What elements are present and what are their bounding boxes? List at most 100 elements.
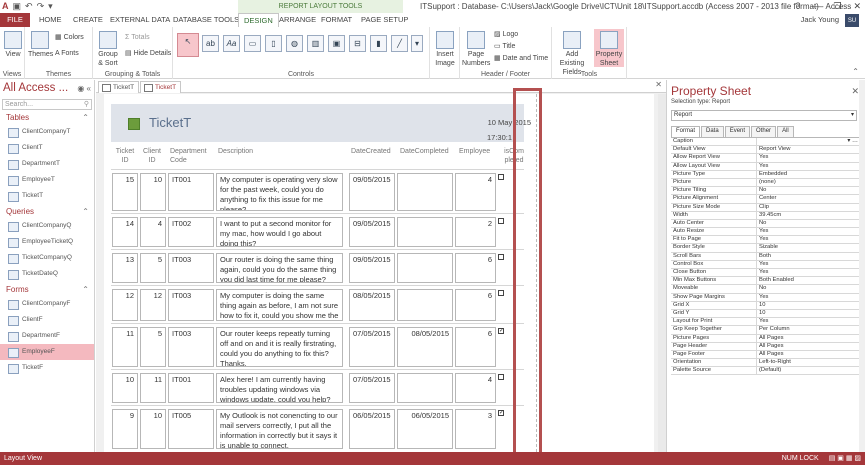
cell-department-code[interactable]: IT003 [168,289,214,321]
save-icon[interactable]: ▣ [13,1,22,12]
property-value[interactable]: Left-to-Right [757,359,859,366]
property-value[interactable] [757,138,859,145]
col-client-id[interactable]: Client ID [141,147,163,165]
completed-checkbox[interactable]: ✓ [498,328,504,334]
nav-item-departmentf[interactable]: DepartmentF [0,328,94,344]
cell-department-code[interactable]: IT003 [168,253,214,283]
view-switch-icons[interactable]: ▤ ▣ ▦ ▨ [829,452,861,465]
more-controls-icon[interactable]: ▾ [411,35,423,52]
cell-ticket-id[interactable]: 15 [112,173,138,211]
property-value[interactable]: Clip [757,204,859,211]
tab-create[interactable]: CREATE [68,13,108,27]
property-value[interactable]: (Default) [757,367,859,374]
customize-icon[interactable]: ▾ [48,1,53,12]
tab-format[interactable]: Format [671,126,701,137]
col-description[interactable]: Description [218,147,253,156]
report-time[interactable]: 17:30:1 [487,133,512,142]
cell-date-completed[interactable] [397,217,453,247]
cell-ticket-id[interactable]: 11 [112,327,138,367]
chart-icon[interactable]: ▮ [370,35,387,52]
property-row[interactable]: Picture Tiling No [671,187,859,196]
builder-icon[interactable]: ▾ … [847,138,858,146]
property-row[interactable]: Picture Size Mode Clip [671,203,859,212]
cell-ticket-id[interactable]: 12 [112,289,138,321]
cell-date-created[interactable]: 06/05/2015 [349,409,395,449]
totals-button[interactable]: Σ Totals [125,33,150,42]
themes-button[interactable]: Themes [28,31,53,59]
cell-date-created[interactable]: 08/05/2015 [349,289,395,321]
property-row[interactable]: Auto Center No [671,219,859,229]
nav-item-clientcompanyq[interactable]: ClientCompanyQ [0,218,94,234]
col-employee[interactable]: Employee [459,147,490,156]
completed-checkbox[interactable] [498,374,504,380]
property-row[interactable]: Fit to Page Yes [671,236,859,245]
logo-button[interactable]: ▨ Logo [494,30,518,39]
col-department-code[interactable]: Department Code [170,147,214,165]
nav-item-clientcompanyt[interactable]: ClientCompanyT [0,124,94,140]
tab-page-setup[interactable]: PAGE SETUP [356,13,413,27]
line-icon[interactable]: ╱ [391,35,408,52]
cell-description[interactable]: Our router keeps repeatly turning off an… [216,327,343,367]
property-sheet-button[interactable]: Property Sheet [594,29,624,67]
col-date-completed[interactable]: DateCompleted [400,147,449,156]
property-row[interactable]: Layout for Print Yes [671,318,859,327]
tab-all[interactable]: All [777,126,794,137]
property-value[interactable]: Yes [757,294,859,301]
property-value[interactable]: No [757,220,859,227]
nav-item-ticketdateq[interactable]: TicketDateQ [0,266,94,282]
nav-item-clientf[interactable]: ClientF [0,312,94,328]
user-name[interactable]: Jack Young [801,13,839,27]
cell-description[interactable]: Our router is doing the same thing again… [216,253,343,283]
tab-file[interactable]: FILE [0,13,30,27]
cell-ticket-id[interactable]: 10 [112,373,138,403]
property-row[interactable]: Allow Report View Yes [671,154,859,163]
nav-item-ticketcompanyq[interactable]: TicketCompanyQ [0,250,94,266]
property-row[interactable]: Picture Pages All Pages [671,334,859,343]
property-row[interactable]: Grid X 10 [671,301,859,310]
cell-department-code[interactable]: IT003 [168,327,214,367]
property-value[interactable]: Yes [757,163,859,170]
property-value[interactable]: Yes [757,236,859,243]
cell-client-id[interactable]: 10 [140,173,166,211]
property-value[interactable]: Yes [757,318,859,325]
property-row[interactable]: Auto Resize Yes [671,228,859,237]
cell-date-completed[interactable] [397,253,453,283]
property-value[interactable]: 39.45cm [757,212,859,219]
cell-client-id[interactable]: 12 [140,289,166,321]
cell-ticket-id[interactable]: 14 [112,217,138,247]
property-row[interactable]: Default View Report View [671,146,859,155]
cell-department-code[interactable]: IT001 [168,173,214,211]
property-value[interactable]: (none) [757,179,859,186]
property-value[interactable]: Yes [757,154,859,161]
property-value[interactable]: 10 [757,302,859,309]
group-sort-button[interactable]: Group & Sort [95,31,121,68]
property-value[interactable]: Per Column [757,326,859,333]
cell-department-code[interactable]: IT001 [168,373,214,403]
cell-employee[interactable]: 2 [455,217,496,247]
cell-date-created[interactable]: 07/05/2015 [349,373,395,403]
property-value[interactable]: No [757,187,859,194]
property-value[interactable]: All Pages [757,343,859,350]
tab-control-icon[interactable]: ▯ [265,35,282,52]
tab-database-tools[interactable]: DATABASE TOOLS [168,13,244,27]
cell-date-completed[interactable] [397,289,453,321]
redo-icon[interactable]: ↷ [37,1,45,12]
label-icon[interactable]: Aa [223,35,240,52]
tab-format[interactable]: FORMAT [316,13,357,27]
property-row[interactable]: Page Header All Pages [671,342,859,351]
cell-date-created[interactable]: 09/05/2015 [349,217,395,247]
cell-employee[interactable]: 3 [455,409,496,449]
nav-search-input[interactable]: Search... ⚲ [2,99,92,110]
property-row[interactable]: Orientation Left-to-Right [671,359,859,368]
cell-date-created[interactable]: 09/05/2015 [349,173,395,211]
textbox-icon[interactable]: ab [202,35,219,52]
completed-checkbox[interactable] [498,254,504,260]
property-value[interactable]: Both Enabled [757,277,859,284]
property-value[interactable]: 10 [757,310,859,317]
nav-header[interactable]: All Access ... ◉ « [0,80,94,97]
cell-description[interactable]: Alex here! I am currently having trouble… [216,373,343,403]
undo-icon[interactable]: ↶ [25,1,33,12]
property-value[interactable]: Report View [757,146,859,153]
insert-image-button[interactable]: Insert Image [432,31,458,68]
cell-ticket-id[interactable]: 9 [112,409,138,449]
